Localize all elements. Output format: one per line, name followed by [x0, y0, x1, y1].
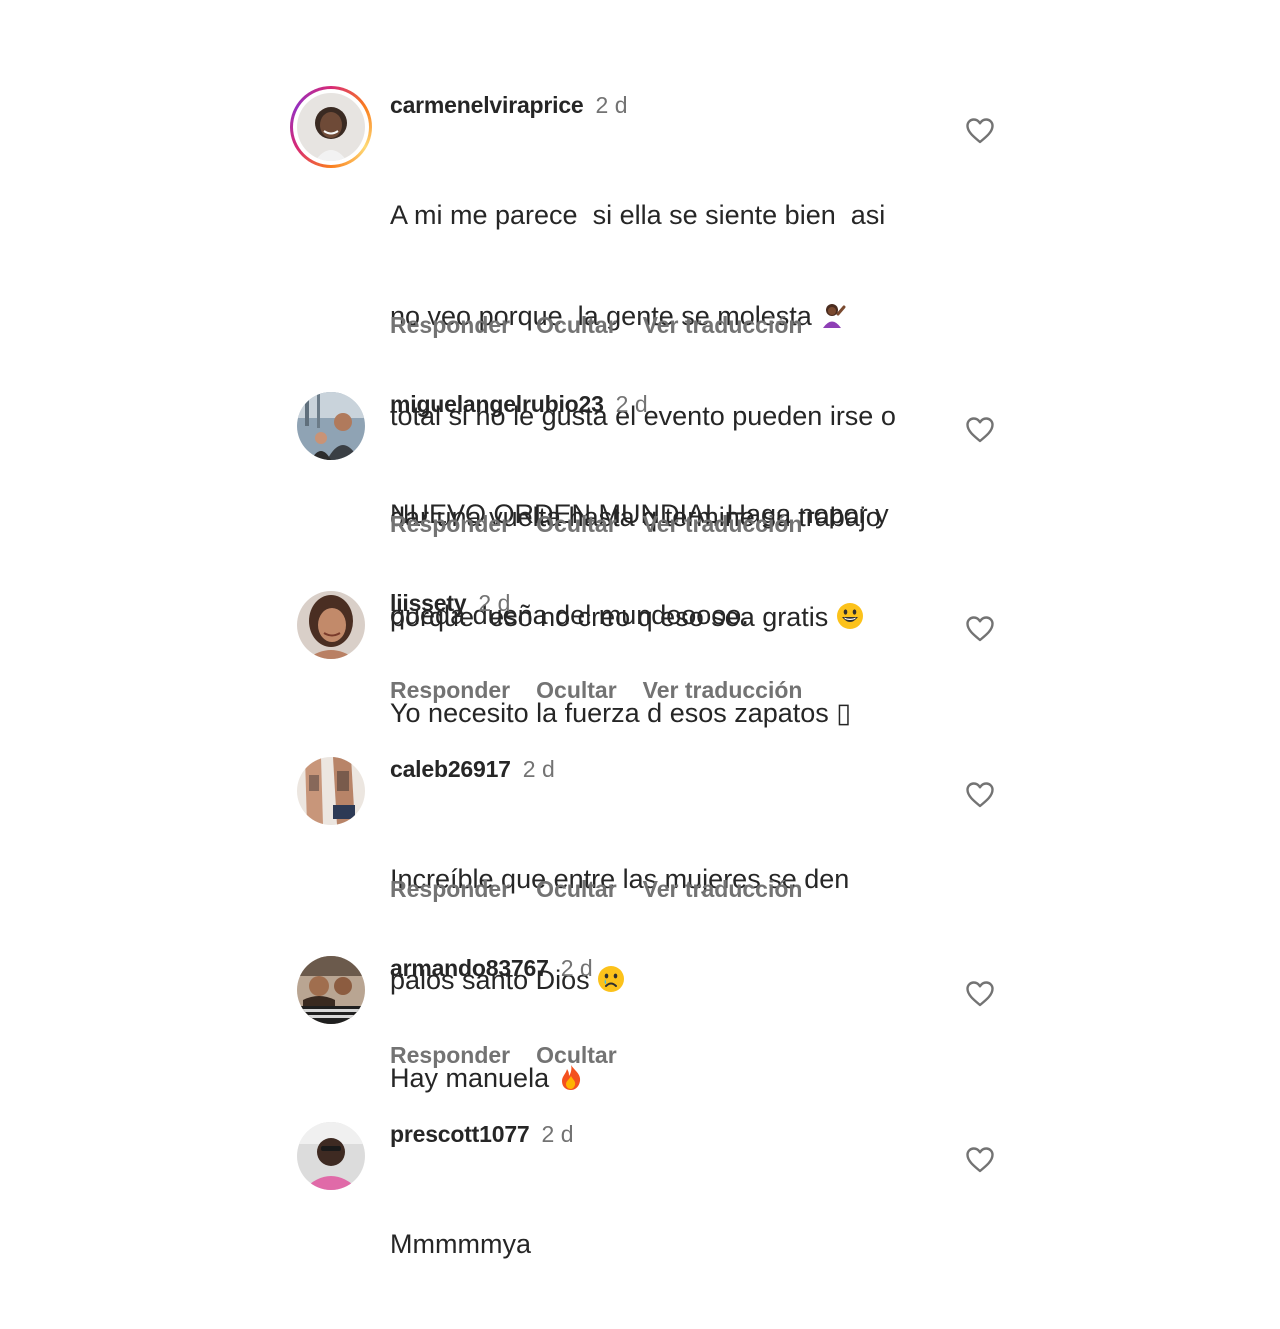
- heart-outline-icon: [966, 782, 994, 808]
- comment-timestamp: 2 d: [615, 391, 648, 417]
- like-button[interactable]: [964, 1144, 996, 1176]
- reply-button[interactable]: Responder: [390, 312, 510, 338]
- comment-timestamp: 2 d: [522, 756, 555, 782]
- comment-line: A mi me parece si ella se siente bien as…: [390, 200, 886, 230]
- see-translation-button[interactable]: Ver traducción: [643, 677, 803, 703]
- like-button[interactable]: [964, 115, 996, 147]
- avatar[interactable]: [297, 392, 365, 460]
- comment-username[interactable]: caleb26917: [390, 756, 511, 782]
- crying-face-emoji: [597, 965, 625, 993]
- hide-button[interactable]: Ocultar: [536, 312, 617, 338]
- reply-button[interactable]: Responder: [390, 677, 510, 703]
- reply-button[interactable]: Responder: [390, 1042, 510, 1068]
- comment-timestamp: 2 d: [595, 92, 628, 118]
- comment-line: Mmmmmya: [390, 1229, 531, 1259]
- heart-outline-icon: [966, 417, 994, 443]
- reply-button[interactable]: Responder: [390, 876, 510, 902]
- avatar[interactable]: [297, 1122, 365, 1190]
- comment-timestamp: 2 d: [541, 1121, 574, 1147]
- see-translation-button[interactable]: Ver traducción: [643, 876, 803, 902]
- like-button[interactable]: [964, 978, 996, 1010]
- reply-button[interactable]: Responder: [390, 511, 510, 537]
- hide-button[interactable]: Ocultar: [536, 511, 617, 537]
- like-button[interactable]: [964, 613, 996, 645]
- comment-timestamp: 2 d: [478, 590, 511, 616]
- hide-button[interactable]: Ocultar: [536, 876, 617, 902]
- heart-outline-icon: [966, 118, 994, 144]
- avatar[interactable]: [297, 591, 365, 659]
- hide-button[interactable]: Ocultar: [536, 1042, 617, 1068]
- heart-outline-icon: [966, 981, 994, 1007]
- heart-outline-icon: [966, 1147, 994, 1173]
- comment-actions: Responder Ocultar: [390, 1039, 643, 1071]
- avatar-story-ring[interactable]: [290, 86, 372, 168]
- avatar[interactable]: [297, 757, 365, 825]
- heart-outline-icon: [966, 616, 994, 642]
- comment-actions: Responder Ocultar Ver traducción: [390, 873, 828, 905]
- comment-actions: Responder Ocultar Ver traducción: [390, 674, 828, 706]
- hide-button[interactable]: Ocultar: [536, 677, 617, 703]
- comment-text: Mmmmmya: [390, 1161, 935, 1329]
- comment-username[interactable]: prescott1077: [390, 1121, 530, 1147]
- comment-actions: Responder Ocultar Ver traducción: [390, 508, 828, 540]
- like-button[interactable]: [964, 414, 996, 446]
- comment-username[interactable]: miguelangelrubio23: [390, 391, 604, 417]
- see-translation-button[interactable]: Ver traducción: [643, 312, 803, 338]
- see-translation-button[interactable]: Ver traducción: [643, 511, 803, 537]
- comment-actions: Responder Ocultar Ver traducción: [390, 309, 828, 341]
- comment-timestamp: 2 d: [560, 955, 593, 981]
- avatar[interactable]: [297, 956, 365, 1024]
- like-button[interactable]: [964, 779, 996, 811]
- avatar: [297, 93, 365, 161]
- comment-username[interactable]: liissety: [390, 590, 467, 616]
- comment-username[interactable]: carmenelviraprice: [390, 92, 584, 118]
- comment-username[interactable]: armando83767: [390, 955, 549, 981]
